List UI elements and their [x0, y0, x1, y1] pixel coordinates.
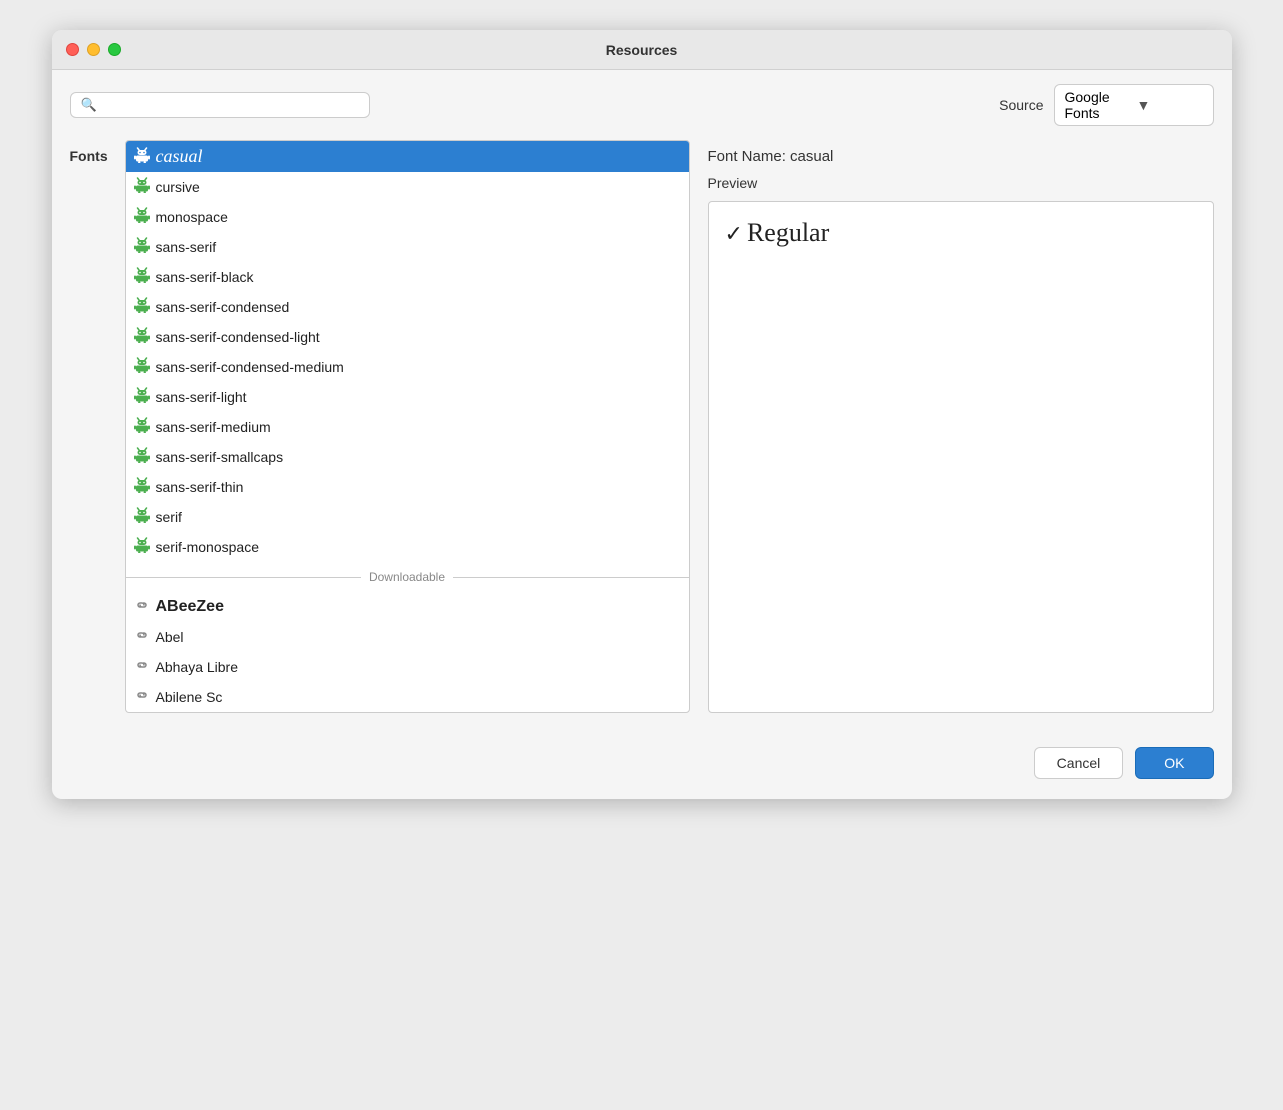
window-title: Resources [606, 42, 678, 58]
android-icon [134, 447, 150, 467]
font-list-item[interactable]: sans-serif-black [126, 262, 689, 292]
preview-box: ✓Regular [708, 201, 1214, 713]
downloadable-font-item[interactable]: Abel [126, 622, 689, 652]
android-icon [134, 327, 150, 347]
link-icon [134, 657, 150, 677]
android-icon [134, 297, 150, 317]
resources-window: Resources 🔍 Source Google Fonts ▼ Fonts [52, 30, 1232, 799]
link-icon [134, 627, 150, 647]
font-list[interactable]: casual curs [126, 141, 689, 712]
link-icon [134, 597, 150, 617]
cancel-button[interactable]: Cancel [1034, 747, 1124, 779]
font-list-item[interactable]: sans-serif-condensed-light [126, 322, 689, 352]
font-item-label: sans-serif-smallcaps [156, 449, 284, 465]
font-name-label: Font Name: casual [708, 148, 1214, 165]
font-item-label: sans-serif-light [156, 389, 247, 405]
font-item-label: sans-serif-medium [156, 419, 271, 435]
font-item-label: casual [156, 146, 203, 167]
source-select[interactable]: Google Fonts ▼ [1054, 84, 1214, 126]
font-item-label: sans-serif [156, 239, 217, 255]
font-list-item[interactable]: sans-serif-light [126, 382, 689, 412]
android-icon [134, 537, 150, 557]
android-icon [134, 357, 150, 377]
search-icon: 🔍 [81, 97, 97, 113]
font-list-item[interactable]: sans-serif [126, 232, 689, 262]
section-divider: Downloadable [126, 562, 689, 592]
font-list-item[interactable]: serif [126, 502, 689, 532]
android-icon [134, 237, 150, 257]
source-row: Source Google Fonts ▼ [999, 84, 1213, 126]
font-item-label: serif [156, 509, 182, 525]
right-panel: Font Name: casual Preview ✓Regular [708, 140, 1214, 713]
font-item-label: cursive [156, 179, 200, 195]
android-icon [134, 477, 150, 497]
font-item-label: serif-monospace [156, 539, 260, 555]
close-button[interactable] [66, 43, 79, 56]
search-input[interactable] [103, 97, 359, 113]
android-icon [134, 147, 150, 167]
checkmark-icon: ✓ [725, 221, 743, 246]
font-list-item[interactable]: cursive [126, 172, 689, 202]
android-icon [134, 417, 150, 437]
downloadable-font-label: Abel [156, 629, 184, 645]
android-icon [134, 267, 150, 287]
source-value: Google Fonts [1065, 89, 1131, 121]
font-list-item[interactable]: sans-serif-thin [126, 472, 689, 502]
android-icon [134, 177, 150, 197]
titlebar: Resources [52, 30, 1232, 70]
font-list-item[interactable]: monospace [126, 202, 689, 232]
chevron-down-icon: ▼ [1137, 97, 1203, 113]
minimize-button[interactable] [87, 43, 100, 56]
traffic-lights [66, 43, 121, 56]
font-list-item[interactable]: sans-serif-condensed-medium [126, 352, 689, 382]
font-list-container: casual curs [125, 140, 690, 713]
font-list-item[interactable]: sans-serif-condensed [126, 292, 689, 322]
downloadable-font-label: Abilene Sc [156, 689, 223, 705]
ok-button[interactable]: OK [1135, 747, 1213, 779]
main-content: Fonts [52, 140, 1232, 731]
bottom-buttons: Cancel OK [52, 731, 1232, 799]
font-list-item[interactable]: casual [126, 141, 689, 172]
downloadable-font-label: ABeeZee [156, 598, 224, 616]
font-list-item[interactable]: serif-monospace [126, 532, 689, 562]
android-icon [134, 387, 150, 407]
fonts-label: Fonts [70, 140, 125, 713]
search-box[interactable]: 🔍 [70, 92, 370, 118]
preview-label: Preview [708, 175, 1214, 191]
downloadable-font-item[interactable]: Abhaya Libre [126, 652, 689, 682]
font-list-item[interactable]: sans-serif-medium [126, 412, 689, 442]
maximize-button[interactable] [108, 43, 121, 56]
font-list-item[interactable]: sans-serif-smallcaps [126, 442, 689, 472]
downloadable-font-item[interactable]: Abilene Sc [126, 682, 689, 712]
left-panel: Fonts [70, 140, 690, 713]
android-icon [134, 507, 150, 527]
android-icon [134, 207, 150, 227]
preview-text: ✓Regular [725, 218, 830, 248]
font-item-label: sans-serif-condensed-light [156, 329, 320, 345]
font-item-label: sans-serif-condensed-medium [156, 359, 344, 375]
downloadable-font-label: Abhaya Libre [156, 659, 239, 675]
downloadable-font-item[interactable]: ABeeZee [126, 592, 689, 622]
font-item-label: monospace [156, 209, 228, 225]
toolbar: 🔍 Source Google Fonts ▼ [52, 70, 1232, 140]
font-item-label: sans-serif-condensed [156, 299, 290, 315]
font-item-label: sans-serif-thin [156, 479, 244, 495]
link-icon [134, 687, 150, 707]
source-label: Source [999, 97, 1043, 113]
font-item-label: sans-serif-black [156, 269, 254, 285]
